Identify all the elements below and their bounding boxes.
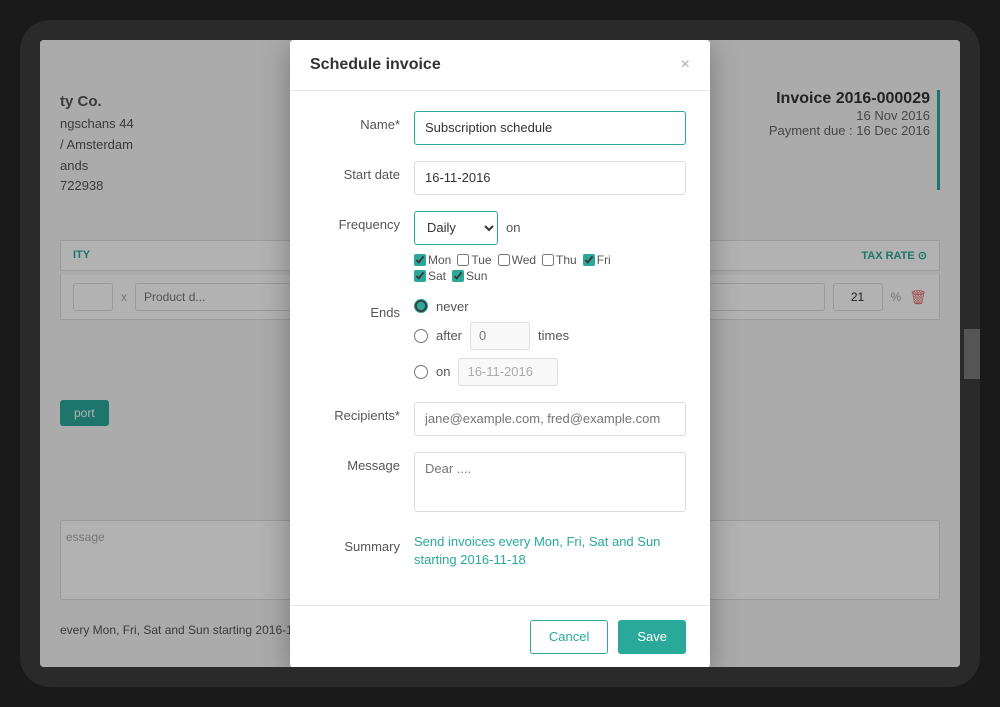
days-row-2: Sat Sun [414,269,611,283]
name-row: Name* [314,111,686,145]
modal-body: Name* Start date Frequency [290,91,710,605]
schedule-invoice-modal: Schedule invoice × Name* Start date [290,40,710,667]
on-label: on [506,220,520,235]
day-sat-checkbox[interactable] [414,270,426,282]
name-input[interactable] [414,111,686,145]
day-wed[interactable]: Wed [498,253,536,267]
cancel-button[interactable]: Cancel [530,620,608,654]
summary-label: Summary [314,533,414,554]
ends-after-option: after times [414,322,686,350]
modal-close-button[interactable]: × [681,57,690,73]
summary-control: Send invoices every Mon, Fri, Sat and Su… [414,533,686,569]
modal-footer: Cancel Save [290,605,710,668]
save-button[interactable]: Save [618,620,686,654]
ends-times-label: times [538,328,569,343]
day-mon-checkbox[interactable] [414,254,426,266]
start-date-row: Start date [314,161,686,195]
frequency-select[interactable]: Daily Weekly Monthly [414,211,498,245]
start-date-input[interactable] [414,161,686,195]
device-frame: ty Co. ngschans 44 / Amsterdam ands 7229… [20,20,980,687]
recipients-input[interactable] [414,402,686,436]
days-row-1: Mon Tue Wed [414,253,611,267]
name-label: Name* [314,111,414,132]
summary-row: Summary Send invoices every Mon, Fri, Sa… [314,533,686,569]
days-container: Mon Tue Wed [414,253,611,283]
message-row: Message [314,452,686,517]
modal-overlay: Schedule invoice × Name* Start date [40,40,960,667]
day-thu[interactable]: Thu [542,253,577,267]
message-textarea[interactable] [414,452,686,512]
summary-link[interactable]: Send invoices every Mon, Fri, Sat and Su… [414,534,660,567]
day-sat[interactable]: Sat [414,269,446,283]
modal-title: Schedule invoice [310,56,441,74]
ends-never-label: never [436,299,469,314]
recipients-row: Recipients* [314,402,686,436]
frequency-inner-row: Daily Weekly Monthly on Mon [414,211,686,283]
message-control [414,452,686,517]
ends-after-label: after [436,328,462,343]
day-mon[interactable]: Mon [414,253,451,267]
day-tue[interactable]: Tue [457,253,491,267]
frequency-control: Daily Weekly Monthly on Mon [414,211,686,283]
ends-label: Ends [314,299,414,320]
recipients-control [414,402,686,436]
day-thu-checkbox[interactable] [542,254,554,266]
start-date-control [414,161,686,195]
message-label: Message [314,452,414,473]
start-date-label: Start date [314,161,414,182]
ends-on-option: on [414,358,686,386]
ends-on-label: on [436,364,450,379]
day-sun[interactable]: Sun [452,269,487,283]
ends-never-radio[interactable] [414,299,428,313]
day-fri-checkbox[interactable] [583,254,595,266]
day-sun-checkbox[interactable] [452,270,464,282]
frequency-row: Frequency Daily Weekly Monthly on [314,211,686,283]
ends-on-radio[interactable] [414,365,428,379]
screen: ty Co. ngschans 44 / Amsterdam ands 7229… [40,40,960,667]
ends-after-radio[interactable] [414,329,428,343]
modal-header: Schedule invoice × [290,40,710,91]
ends-on-date-input[interactable] [458,358,558,386]
ends-control: never after times on [414,299,686,386]
day-fri[interactable]: Fri [583,253,611,267]
ends-after-input[interactable] [470,322,530,350]
ends-never-option: never [414,299,686,314]
frequency-label: Frequency [314,211,414,232]
day-wed-checkbox[interactable] [498,254,510,266]
ends-options: never after times on [414,299,686,386]
ends-row: Ends never after [314,299,686,386]
day-tue-checkbox[interactable] [457,254,469,266]
name-control [414,111,686,145]
recipients-label: Recipients* [314,402,414,423]
side-button [964,329,980,379]
